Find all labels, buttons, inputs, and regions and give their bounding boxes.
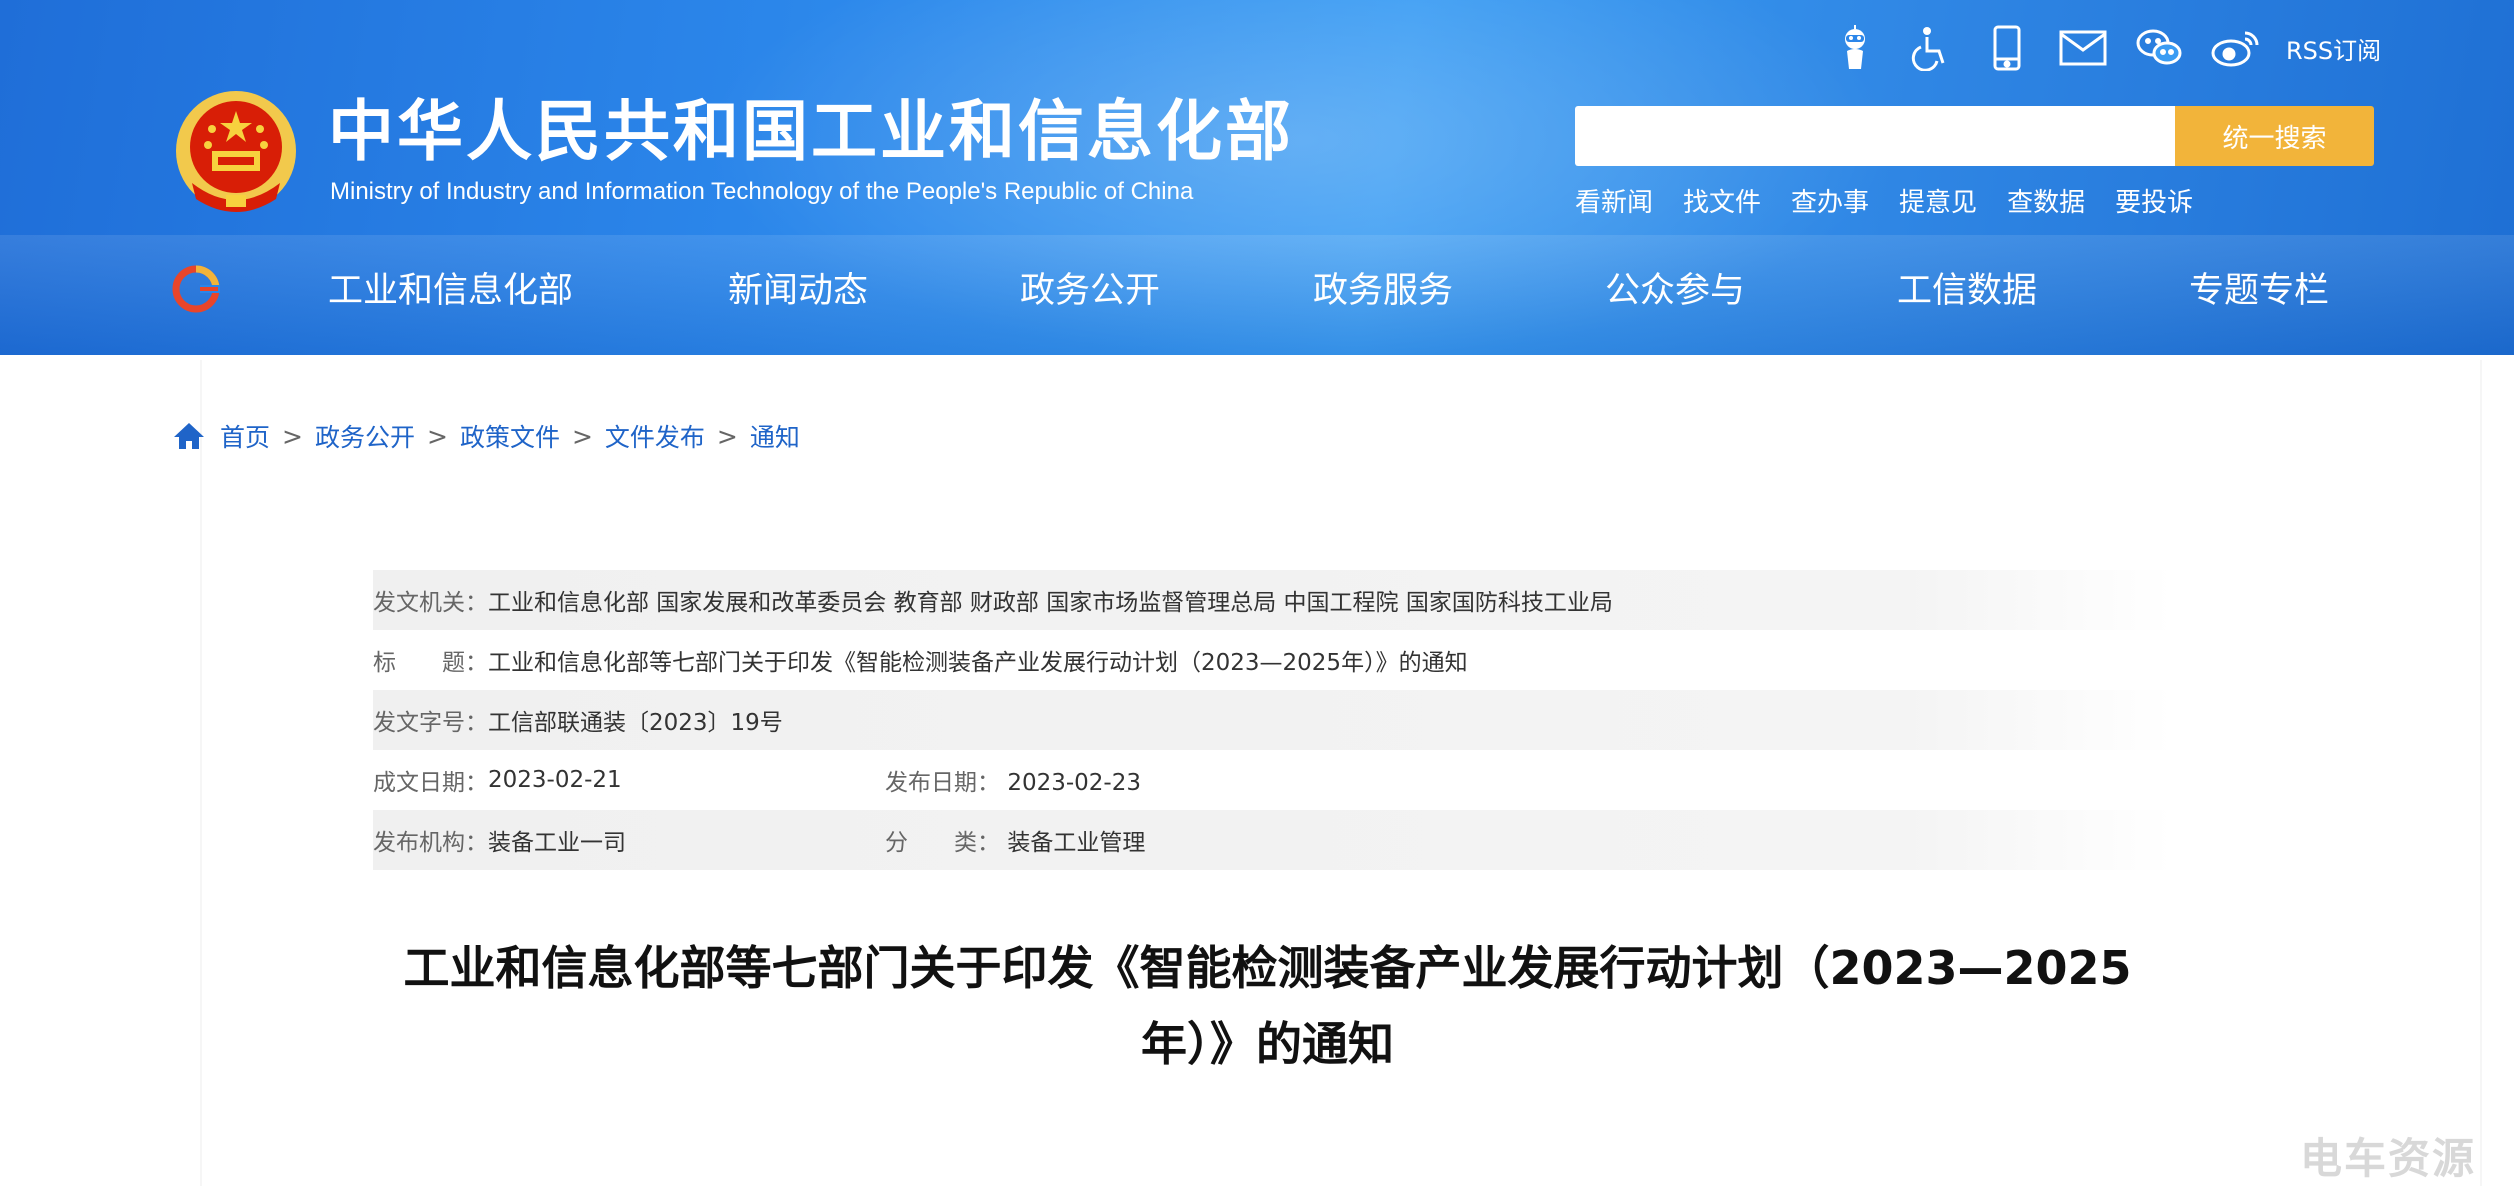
- document-metadata-table: 发文机关： 工业和信息化部 国家发展和改革委员会 教育部 财政部 国家市场监督管…: [373, 570, 2173, 870]
- agency-label: 发布机构：: [373, 830, 488, 856]
- nav-item-special-topics[interactable]: 专题专栏: [2189, 258, 2329, 324]
- breadcrumb-separator: >: [426, 421, 448, 451]
- title-label: 标 题：: [373, 650, 488, 676]
- wechat-icon[interactable]: [2130, 20, 2188, 76]
- nav-item-data[interactable]: 工信数据: [1897, 258, 2037, 324]
- national-emblem-icon[interactable]: [172, 87, 300, 219]
- issuer-label: 发文机关：: [373, 590, 488, 616]
- quick-link-suggestions[interactable]: 提意见: [1899, 182, 1977, 219]
- created-date-label: 成文日期：: [373, 770, 488, 796]
- metadata-row-issuer: 发文机关： 工业和信息化部 国家发展和改革委员会 教育部 财政部 国家市场监督管…: [373, 570, 2173, 630]
- breadcrumb-separator: >: [282, 421, 303, 451]
- breadcrumb-document-release[interactable]: 文件发布: [605, 418, 705, 454]
- nav-item-ministry[interactable]: 工业和信息化部: [328, 258, 573, 324]
- header-toolbar: RSS订阅: [1826, 20, 2381, 76]
- quick-links: 看新闻 找文件 查办事 提意见 查数据 要投诉: [1575, 182, 2223, 219]
- nav-item-public-participation[interactable]: 公众参与: [1605, 258, 1745, 324]
- breadcrumb-policy-documents[interactable]: 政策文件: [460, 418, 560, 454]
- published-date-label: 发布日期：: [885, 770, 1000, 796]
- quick-link-documents[interactable]: 找文件: [1683, 182, 1761, 219]
- issuer-value: 工业和信息化部 国家发展和改革委员会 教育部 财政部 国家市场监督管理总局 中国…: [488, 590, 1613, 616]
- document-number-value: 工信部联通装〔2023〕19号: [488, 710, 783, 736]
- category-label: 分 类：: [885, 830, 1000, 856]
- nav-item-services[interactable]: 政务服务: [1313, 258, 1453, 324]
- quick-link-complaints[interactable]: 要投诉: [2115, 182, 2193, 219]
- main-nav: 工业和信息化部 新闻动态 政务公开 政务服务 公众参与 工信数据 专题专栏: [0, 258, 2514, 324]
- mobile-phone-icon[interactable]: [1978, 20, 2036, 76]
- metadata-row-dates: 成文日期： 2023-02-21 发布日期： 2023-02-23: [373, 750, 2173, 810]
- weibo-icon[interactable]: [2206, 20, 2264, 76]
- unified-search-button[interactable]: 统一搜索: [2175, 106, 2374, 166]
- mail-icon[interactable]: [2054, 20, 2112, 76]
- created-date-value: 2023-02-21: [488, 767, 622, 793]
- search-input[interactable]: [1575, 106, 2175, 166]
- quick-link-news[interactable]: 看新闻: [1575, 182, 1653, 219]
- breadcrumb: 首页 > 政务公开 > 政策文件 > 文件发布 > 通知: [172, 418, 800, 454]
- breadcrumb-separator: >: [571, 421, 593, 451]
- robot-assistant-icon[interactable]: [1826, 20, 1884, 76]
- quick-link-data[interactable]: 查数据: [2007, 182, 2085, 219]
- site-title: 中华人民共和国工业和信息化部: [328, 93, 1294, 170]
- published-date-value: 2023-02-23: [1007, 770, 1141, 796]
- document-title-line-2: 年）》的通知: [1141, 1017, 1394, 1071]
- category-value: 装备工业管理: [1007, 830, 1146, 856]
- title-value: 工业和信息化部等七部门关于印发《智能检测装备产业发展行动计划（2023—2025…: [488, 650, 1468, 676]
- metadata-row-title: 标 题： 工业和信息化部等七部门关于印发《智能检测装备产业发展行动计划（2023…: [373, 630, 2173, 690]
- content-divider-right: [2480, 360, 2482, 1186]
- home-icon[interactable]: [172, 421, 206, 451]
- site-subtitle-english: Ministry of Industry and Information Tec…: [330, 178, 1194, 205]
- document-number-label: 发文字号：: [373, 710, 488, 736]
- nav-item-news[interactable]: 新闻动态: [728, 258, 868, 324]
- metadata-row-agency: 发布机构： 装备工业一司 分 类： 装备工业管理: [373, 810, 2173, 870]
- breadcrumb-government-affairs[interactable]: 政务公开: [315, 418, 415, 454]
- breadcrumb-home[interactable]: 首页: [220, 418, 270, 454]
- document-title: 工业和信息化部等七部门关于印发《智能检测装备产业发展行动计划（2023—2025…: [330, 930, 2205, 1082]
- site-header: 中华人民共和国工业和信息化部 Ministry of Industry and …: [0, 0, 2514, 355]
- quick-link-services[interactable]: 查办事: [1791, 182, 1869, 219]
- agency-value: 装备工业一司: [488, 830, 626, 856]
- nav-item-government-affairs[interactable]: 政务公开: [1020, 258, 1160, 324]
- document-title-line-1: 工业和信息化部等七部门关于印发《智能检测装备产业发展行动计划（2023—2025: [403, 941, 2132, 995]
- content-divider-left: [200, 360, 202, 1186]
- breadcrumb-separator: >: [716, 421, 738, 451]
- breadcrumb-notice[interactable]: 通知: [750, 418, 800, 454]
- watermark: 电车资源: [2300, 1134, 2477, 1183]
- metadata-row-document-number: 发文字号： 工信部联通装〔2023〕19号: [373, 690, 2173, 750]
- accessibility-icon[interactable]: [1902, 20, 1960, 76]
- rss-subscribe-link[interactable]: RSS订阅: [2286, 31, 2381, 66]
